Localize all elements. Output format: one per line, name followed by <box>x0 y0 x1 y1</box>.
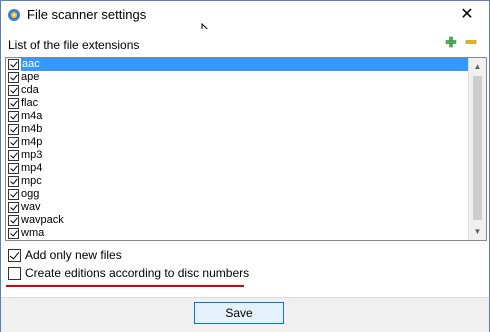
extension-checkbox[interactable] <box>8 137 19 148</box>
settings-panel: List of the file extensions aac ape cda fla… <box>1 29 489 297</box>
scrollbar-thumb[interactable] <box>473 76 482 220</box>
list-item[interactable]: mp3 <box>6 149 469 162</box>
extension-checkbox[interactable] <box>8 98 19 109</box>
dialog-window: File scanner settings ✕ List of the file… <box>0 0 490 332</box>
title-bar: File scanner settings ✕ <box>1 1 489 29</box>
add-only-new-files-label: Add only new files <box>25 248 122 262</box>
extension-checkbox[interactable] <box>8 202 19 213</box>
red-underline-annotation <box>6 285 244 287</box>
list-item[interactable]: ogg <box>6 188 469 201</box>
list-item[interactable]: flac <box>6 97 469 110</box>
save-button[interactable]: Save <box>194 302 284 324</box>
extensions-listbox[interactable]: aac ape cda flac m4a m4b m4p mp3 mp4 mpc ogg wav wav… <box>5 57 487 241</box>
extension-label: wav <box>21 201 41 213</box>
extension-label: m4a <box>21 110 43 122</box>
extension-label: wavpack <box>21 214 64 226</box>
list-item[interactable]: m4a <box>6 110 469 123</box>
scroll-down-icon[interactable]: ▼ <box>469 223 486 240</box>
list-item[interactable]: m4b <box>6 123 469 136</box>
create-editions-checkbox[interactable] <box>8 267 21 280</box>
extension-label: mpc <box>21 175 42 187</box>
extension-label: wma <box>21 227 45 239</box>
extension-label: cda <box>21 84 39 96</box>
extension-checkbox[interactable] <box>8 85 19 96</box>
extensions-rows: aac ape cda flac m4a m4b m4p mp3 mp4 mpc ogg wav wav… <box>6 58 470 240</box>
close-button[interactable]: ✕ <box>445 1 489 29</box>
list-item[interactable]: wav <box>6 201 469 214</box>
vertical-scrollbar[interactable]: ▲ ▼ <box>468 58 486 240</box>
close-icon: ✕ <box>460 6 474 23</box>
extension-checkbox[interactable] <box>8 150 19 161</box>
extension-checkbox[interactable] <box>8 228 19 239</box>
extension-checkbox[interactable] <box>8 124 19 135</box>
list-item[interactable]: mp4 <box>6 162 469 175</box>
extension-label: flac <box>21 97 39 109</box>
extension-label: m4b <box>21 123 43 135</box>
extension-label: m4p <box>21 136 43 148</box>
create-editions-label: Create editions according to disc number… <box>25 266 250 280</box>
list-item[interactable]: mpc <box>6 175 469 188</box>
window-title: File scanner settings <box>27 7 147 22</box>
minus-icon[interactable] <box>465 36 477 48</box>
list-item[interactable]: aac <box>6 58 470 71</box>
extension-checkbox[interactable] <box>8 111 19 122</box>
extension-checkbox[interactable] <box>8 59 19 70</box>
plus-icon[interactable] <box>445 36 457 48</box>
extension-label: ogg <box>21 188 40 200</box>
list-item[interactable]: ape <box>6 71 469 84</box>
add-only-new-files-checkbox[interactable] <box>8 249 21 262</box>
extension-checkbox[interactable] <box>8 215 19 226</box>
extension-label: aac <box>21 58 470 71</box>
extension-checkbox[interactable] <box>8 163 19 174</box>
scroll-up-icon[interactable]: ▲ <box>469 58 486 75</box>
extension-checkbox[interactable] <box>8 189 19 200</box>
extensions-list-header: List of the file extensions <box>8 38 140 52</box>
extension-label: ape <box>21 71 40 83</box>
app-icon <box>8 9 20 21</box>
list-item[interactable]: wma <box>6 227 469 240</box>
extension-checkbox[interactable] <box>8 72 19 83</box>
extension-checkbox[interactable] <box>8 176 19 187</box>
list-item[interactable]: m4p <box>6 136 469 149</box>
list-item[interactable]: cda <box>6 84 469 97</box>
list-item[interactable]: wavpack <box>6 214 469 227</box>
dialog-footer: Save <box>1 297 489 332</box>
extension-label: mp3 <box>21 149 43 161</box>
extension-label: mp4 <box>21 162 43 174</box>
